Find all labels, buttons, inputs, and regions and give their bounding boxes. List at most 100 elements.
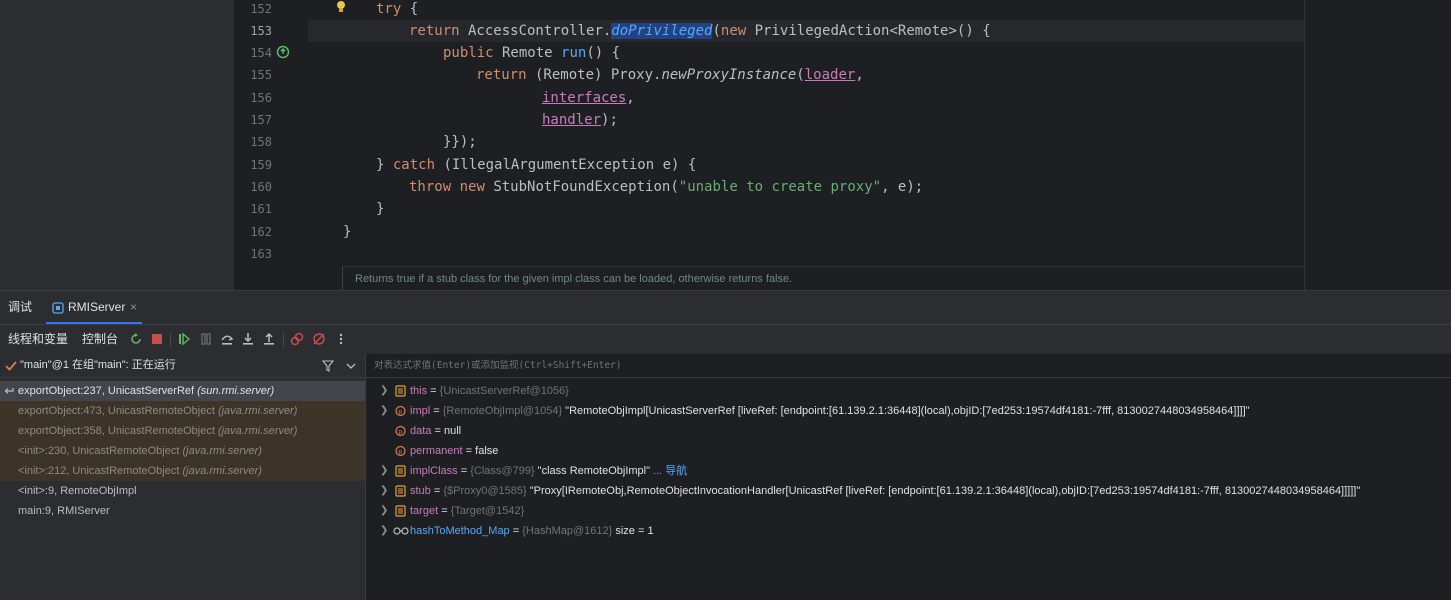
variable-value: "RemoteObjImpl[UnicastServerRef [liveRef… bbox=[562, 405, 1250, 417]
stack-frame[interactable]: exportObject:358, UnicastRemoteObject (j… bbox=[0, 421, 365, 441]
code-text: , bbox=[626, 90, 635, 106]
parameter-icon: p bbox=[395, 405, 406, 417]
frame-package: (java.rmi.server) bbox=[217, 425, 298, 437]
code-text: }}); bbox=[443, 134, 477, 150]
filter-icon[interactable] bbox=[322, 360, 334, 372]
variable-row[interactable]: p permanent = false bbox=[366, 441, 1451, 461]
field-icon bbox=[395, 505, 406, 517]
variable-row[interactable]: ❯ this = {UnicastServerRef@1056} bbox=[366, 381, 1451, 401]
java-config-icon bbox=[52, 302, 64, 314]
line-number: 161 bbox=[250, 202, 272, 216]
expand-chevron-icon[interactable]: ❯ bbox=[380, 461, 388, 481]
line-number-gutter[interactable]: 152 153 154 155 156 157 158 159 160 161 … bbox=[234, 0, 308, 290]
variable-name: implClass bbox=[410, 465, 458, 477]
code-line[interactable]: }}); bbox=[310, 131, 477, 153]
frame-method: main:9, RMIServer bbox=[18, 505, 110, 517]
evaluate-expression-input[interactable]: 对表达式求值(Enter)或添加监视(Ctrl+Shift+Enter) bbox=[366, 354, 1451, 378]
variable-row[interactable]: ❯ implClass = {Class@799} "class RemoteO… bbox=[366, 461, 1451, 481]
debug-toolbar: 线程和变量 控制台 bbox=[0, 324, 1451, 354]
stack-frame[interactable]: main:9, RMIServer bbox=[0, 501, 365, 521]
captured-variable: interfaces bbox=[542, 90, 627, 106]
variable-row[interactable]: ❯ target = {Target@1542} bbox=[366, 501, 1451, 521]
tab-threads-variables[interactable]: 线程和变量 bbox=[8, 325, 68, 354]
captured-variable: handler bbox=[542, 112, 602, 128]
selected-method-call[interactable]: doPrivileged bbox=[611, 23, 713, 39]
code-text: ); bbox=[601, 112, 618, 128]
step-over-icon[interactable] bbox=[220, 332, 234, 346]
variable-name: data bbox=[410, 425, 432, 437]
frame-package: (sun.rmi.server) bbox=[197, 385, 275, 397]
parameter-icon: p bbox=[395, 425, 406, 437]
code-line[interactable]: try { bbox=[310, 0, 418, 20]
stack-frame[interactable]: <init>:230, UnicastRemoteObject (java.rm… bbox=[0, 441, 365, 461]
expand-chevron-icon[interactable]: ❯ bbox=[380, 501, 388, 521]
keyword: catch bbox=[392, 157, 436, 173]
rerun-icon[interactable] bbox=[129, 332, 143, 346]
variable-value: size = 1 bbox=[612, 525, 654, 537]
more-options-icon[interactable] bbox=[334, 332, 348, 346]
frame-method: exportObject:358, UnicastRemoteObject bbox=[18, 425, 218, 437]
stack-frame[interactable]: <init>:9, RemoteObjImpl bbox=[0, 481, 365, 501]
line-number: 153 bbox=[250, 24, 272, 38]
stack-frame[interactable]: <init>:212, UnicastRemoteObject (java.rm… bbox=[0, 461, 365, 481]
pause-icon[interactable] bbox=[199, 332, 213, 346]
expand-chevron-icon[interactable]: ❯ bbox=[380, 381, 388, 401]
variable-value: "class RemoteObjImpl" bbox=[534, 465, 651, 477]
code-line[interactable]: handler); bbox=[310, 109, 618, 131]
variable-row[interactable]: ❯ p impl = {RemoteObjImpl@1054} "RemoteO… bbox=[366, 401, 1451, 421]
code-text: } bbox=[376, 201, 385, 217]
variable-row[interactable]: ❯ hashToMethod_Map = {HashMap@1612} size… bbox=[366, 521, 1451, 541]
frame-package: (java.rmi.server) bbox=[182, 465, 262, 477]
expand-chevron-icon[interactable]: ❯ bbox=[380, 521, 388, 541]
override-method-icon[interactable] bbox=[276, 45, 290, 59]
code-line[interactable]: } bbox=[310, 198, 384, 220]
frame-package: (java.rmi.server) bbox=[182, 445, 262, 457]
code-line[interactable]: interfaces, bbox=[310, 87, 635, 109]
code-text: StubNotFoundException( bbox=[484, 179, 679, 195]
stack-frame[interactable]: exportObject:473, UnicastRemoteObject (j… bbox=[0, 401, 365, 421]
tab-console[interactable]: 控制台 bbox=[82, 325, 118, 354]
code-editor[interactable]: 152 153 154 155 156 157 158 159 160 161 … bbox=[0, 0, 1451, 290]
step-into-icon[interactable] bbox=[241, 332, 255, 346]
frame-method: <init>:212, UnicastRemoteObject bbox=[18, 465, 183, 477]
navigate-link[interactable]: ... 导航 bbox=[650, 465, 687, 477]
stop-icon[interactable] bbox=[150, 332, 164, 346]
code-line[interactable]: } catch (IllegalArgumentException e) { bbox=[310, 154, 696, 176]
keyword: new bbox=[720, 23, 747, 39]
chevron-down-icon[interactable] bbox=[346, 362, 356, 370]
debug-tool-window-header: 调试 RMIServer × bbox=[0, 290, 1451, 324]
field-icon bbox=[395, 465, 406, 477]
view-breakpoints-icon[interactable] bbox=[290, 332, 304, 346]
mute-breakpoints-icon[interactable] bbox=[312, 332, 326, 346]
expand-chevron-icon[interactable]: ❯ bbox=[380, 481, 388, 501]
line-number: 158 bbox=[250, 135, 272, 149]
code-line[interactable]: public Remote run() { bbox=[310, 42, 620, 64]
tab-debug[interactable]: 调试 bbox=[8, 291, 32, 324]
tab-rmiserver[interactable]: RMIServer bbox=[68, 291, 125, 324]
method-name: run bbox=[561, 45, 587, 61]
close-tab-button[interactable]: × bbox=[130, 291, 137, 324]
code-text: , bbox=[855, 67, 864, 83]
variable-row[interactable]: ❯ stub = {$Proxy0@1585} "Proxy[IRemoteOb… bbox=[366, 481, 1451, 501]
equals-sign: = bbox=[457, 465, 471, 477]
frame-package: (java.rmi.server) bbox=[217, 405, 298, 417]
stack-frame[interactable]: exportObject:237, UnicastServerRef (sun.… bbox=[0, 381, 365, 401]
keyword: throw bbox=[409, 179, 452, 195]
project-panel bbox=[0, 0, 234, 290]
equals-sign: = bbox=[509, 525, 523, 537]
step-out-icon[interactable] bbox=[262, 332, 276, 346]
code-line[interactable]: return AccessController.doPrivileged(new… bbox=[310, 20, 991, 42]
thread-selector[interactable]: "main"@1 在组"main": 正在运行 bbox=[0, 354, 366, 378]
equals-sign: = bbox=[427, 385, 440, 397]
variable-row[interactable]: p data = null bbox=[366, 421, 1451, 441]
field-icon bbox=[395, 485, 406, 497]
code-line[interactable]: return (Remote) Proxy.newProxyInstance(l… bbox=[310, 64, 864, 86]
code-line[interactable]: throw new StubNotFoundException("unable … bbox=[310, 176, 923, 198]
resume-icon[interactable] bbox=[177, 332, 191, 346]
code-line[interactable]: } bbox=[310, 221, 351, 243]
string-literal: "unable to create proxy" bbox=[678, 179, 882, 195]
code-text: { bbox=[401, 1, 419, 17]
expand-chevron-icon[interactable]: ❯ bbox=[380, 401, 388, 421]
code-text: ( bbox=[712, 23, 721, 39]
